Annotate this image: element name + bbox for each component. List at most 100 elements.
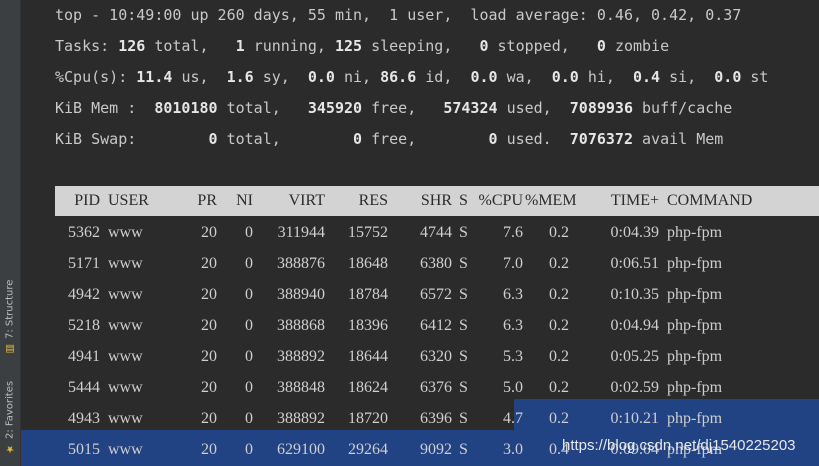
cell-command: php-fpm <box>667 317 723 334</box>
cell-time: 0:05.25 <box>610 348 659 365</box>
col-cpu: %CPU <box>478 192 523 209</box>
cell-state: S <box>459 255 468 272</box>
cell-res: 18644 <box>348 348 388 365</box>
cell-ni: 0 <box>245 441 253 458</box>
cell-cpu: 6.3 <box>503 317 523 334</box>
cell-user: www <box>108 441 143 458</box>
cell-cpu: 7.0 <box>503 255 523 272</box>
cell-shr: 6380 <box>420 255 452 272</box>
cell-res: 18720 <box>348 410 388 427</box>
cell-ni: 0 <box>245 286 253 303</box>
cell-state: S <box>459 348 468 365</box>
cell-ni: 0 <box>245 224 253 241</box>
cell-pid: 5171 <box>68 255 100 272</box>
cell-pr: 20 <box>201 441 217 458</box>
cell-pid: 4943 <box>68 410 100 427</box>
cell-shr: 6572 <box>420 286 452 303</box>
col-state: S <box>459 192 468 209</box>
cell-res: 15752 <box>348 224 388 241</box>
cell-user: www <box>108 224 143 241</box>
cell-cpu: 5.3 <box>503 348 523 365</box>
cell-command: php-fpm <box>667 255 723 272</box>
cell-pr: 20 <box>201 379 217 396</box>
terminal-output[interactable]: top - 10:49:00 up 260 days, 55 min, 1 us… <box>55 0 819 466</box>
cell-shr: 6376 <box>420 379 452 396</box>
cell-ni: 0 <box>245 317 253 334</box>
cell-time: 0:04.94 <box>610 317 659 334</box>
col-user: USER <box>108 192 149 209</box>
cell-mem: 0.2 <box>549 317 569 334</box>
cell-ni: 0 <box>245 379 253 396</box>
cell-time: 0:04.39 <box>610 224 659 241</box>
col-shr: SHR <box>420 192 452 209</box>
tasks-line: Tasks: 126 total, 1 running, 125 sleepin… <box>55 37 670 55</box>
cell-user: www <box>108 317 143 334</box>
cell-shr: 6396 <box>420 410 452 427</box>
process-row: 5444 www 20 0 388848 18624 6376 S 5.0 0.2 0:02.59 p… <box>55 372 819 403</box>
cell-pr: 20 <box>201 255 217 272</box>
cell-user: www <box>108 348 143 365</box>
cell-res: 18396 <box>348 317 388 334</box>
cell-command: php-fpm <box>667 379 723 396</box>
cell-cpu: 6.3 <box>503 286 523 303</box>
process-row: 4943 www 20 0 388892 18720 6396 S 4.7 0.2 0:10.21 p… <box>55 403 819 434</box>
favorites-tab[interactable]: ★ 2: Favorites <box>2 372 18 454</box>
cell-res: 29264 <box>348 441 388 458</box>
cell-pr: 20 <box>201 348 217 365</box>
cell-pid: 4941 <box>68 348 100 365</box>
cell-ni: 0 <box>245 410 253 427</box>
cell-pr: 20 <box>201 317 217 334</box>
cell-virt: 388848 <box>277 379 325 396</box>
cell-pid: 5218 <box>68 317 100 334</box>
cell-virt: 388940 <box>277 286 325 303</box>
process-row: 4941 www 20 0 388892 18644 6320 S 5.3 0.2 0:05.25 p… <box>55 341 819 372</box>
cell-user: www <box>108 286 143 303</box>
cell-virt: 388892 <box>277 348 325 365</box>
cell-shr: 9092 <box>420 441 452 458</box>
col-res: RES <box>358 192 388 209</box>
cell-mem: 0.2 <box>549 379 569 396</box>
cell-pr: 20 <box>201 224 217 241</box>
cpu-line: %Cpu(s): 11.4 us, 1.6 sy, 0.0 ni, 86.6 i… <box>55 68 769 86</box>
cell-cpu: 3.0 <box>503 441 523 458</box>
cell-state: S <box>459 379 468 396</box>
cell-user: www <box>108 379 143 396</box>
cell-state: S <box>459 410 468 427</box>
favorites-tab-label: 2: Favorites <box>4 380 16 439</box>
cell-cpu: 7.6 <box>503 224 523 241</box>
cell-command: php-fpm <box>667 286 723 303</box>
cell-command: php-fpm <box>667 224 723 241</box>
cell-ni: 0 <box>245 255 253 272</box>
cell-virt: 629100 <box>277 441 325 458</box>
cell-command: php-fpm <box>667 348 723 365</box>
cell-virt: 388892 <box>277 410 325 427</box>
cell-cpu: 4.7 <box>503 410 523 427</box>
cell-cpu: 5.0 <box>503 379 523 396</box>
cell-shr: 6320 <box>420 348 452 365</box>
mem-line: KiB Mem : 8010180 total, 345920 free, 57… <box>55 99 733 117</box>
cell-virt: 388868 <box>277 317 325 334</box>
structure-tab-label: 7: Structure <box>4 279 16 339</box>
cell-res: 18648 <box>348 255 388 272</box>
cell-state: S <box>459 441 468 458</box>
cell-mem: 0.2 <box>549 410 569 427</box>
structure-tab[interactable]: ▤ 7: Structure <box>2 272 18 354</box>
cell-mem: 0.2 <box>549 255 569 272</box>
cell-time: 0:10.35 <box>610 286 659 303</box>
process-row: 5171 www 20 0 388876 18648 6380 S 7.0 0.2 0:06.51 p… <box>55 248 819 279</box>
cell-pr: 20 <box>201 410 217 427</box>
cell-pid: 5015 <box>68 441 100 458</box>
col-pr: PR <box>197 192 217 209</box>
cell-ni: 0 <box>245 348 253 365</box>
cell-shr: 6412 <box>420 317 452 334</box>
col-time: TIME+ <box>610 192 659 209</box>
cell-state: S <box>459 224 468 241</box>
cell-user: www <box>108 255 143 272</box>
cell-user: www <box>108 410 143 427</box>
cell-mem: 0.2 <box>549 348 569 365</box>
cell-res: 18624 <box>348 379 388 396</box>
col-pid: PID <box>74 192 100 209</box>
uptime-line: top - 10:49:00 up 260 days, 55 min, 1 us… <box>55 6 742 24</box>
cell-pid: 5444 <box>68 379 100 396</box>
cell-pid: 5362 <box>68 224 100 241</box>
